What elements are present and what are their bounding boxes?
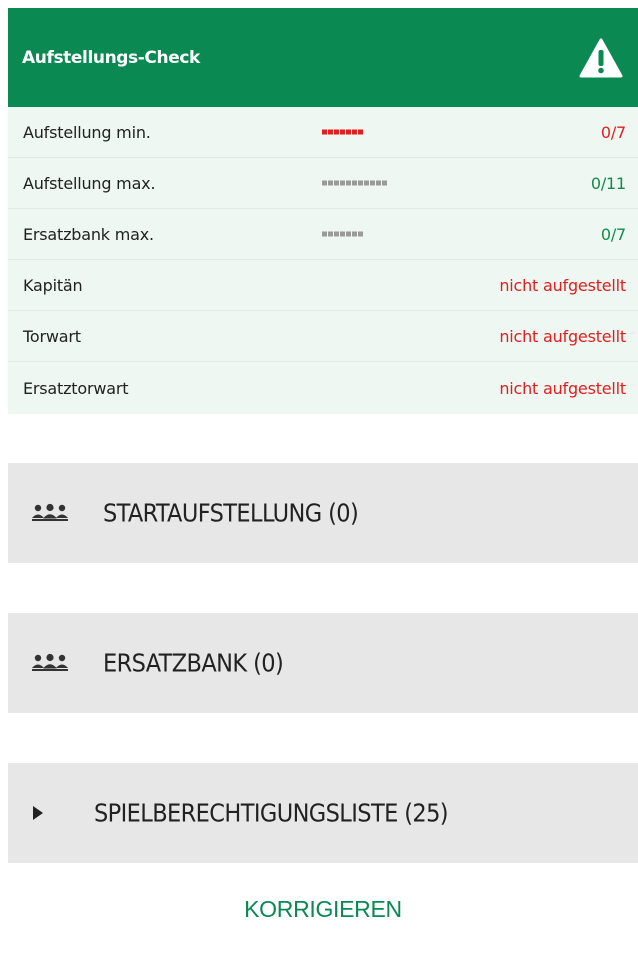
caret-right-icon bbox=[32, 805, 44, 821]
progress-dot bbox=[322, 231, 327, 237]
progress-dot bbox=[340, 231, 345, 237]
check-row-label: Aufstellung min. bbox=[23, 122, 151, 142]
progress-dot bbox=[322, 180, 327, 186]
check-row-backup-goalkeeper: Ersatztorwart nicht aufgestellt bbox=[8, 362, 638, 414]
check-row-value: nicht aufgestellt bbox=[499, 326, 626, 346]
check-row-value: 0/7 bbox=[600, 122, 626, 142]
progress-dot bbox=[358, 231, 363, 237]
check-row-label: Aufstellung max. bbox=[23, 173, 156, 193]
progress-dot bbox=[334, 231, 339, 237]
check-row-label: Kapitän bbox=[23, 275, 83, 295]
lineup-max-progress bbox=[322, 180, 387, 186]
progress-dot bbox=[352, 180, 357, 186]
accordion-eligibility-list-label: SPIELBERECHTIGUNGSLISTE (25) bbox=[94, 798, 449, 828]
progress-dot bbox=[328, 231, 333, 237]
accordion-starting-lineup-label: STARTAUFSTELLUNG (0) bbox=[103, 498, 359, 528]
progress-dot bbox=[370, 180, 375, 186]
lineup-check-header: Aufstellungs-Check bbox=[8, 8, 638, 107]
accordion-bench[interactable]: ERSATZBANK (0) bbox=[8, 613, 638, 713]
warning-icon bbox=[578, 35, 624, 81]
progress-dot bbox=[340, 129, 345, 135]
progress-dot bbox=[322, 129, 327, 135]
progress-dot bbox=[364, 180, 369, 186]
check-row-lineup-min: Aufstellung min. 0/7 bbox=[8, 107, 638, 158]
bench-max-progress bbox=[322, 231, 363, 237]
progress-dot bbox=[352, 231, 357, 237]
check-row-value: 0/11 bbox=[590, 173, 626, 193]
lineup-check-table: Aufstellung min. 0/7 Aufstellung max. 0/… bbox=[8, 107, 638, 414]
progress-dot bbox=[340, 180, 345, 186]
progress-dot bbox=[346, 180, 351, 186]
group-icon bbox=[30, 503, 70, 523]
lineup-check-title: Aufstellungs-Check bbox=[22, 47, 200, 68]
progress-dot bbox=[358, 129, 363, 135]
check-row-captain: Kapitän nicht aufgestellt bbox=[8, 260, 638, 311]
progress-dot bbox=[328, 129, 333, 135]
progress-dot bbox=[346, 129, 351, 135]
progress-dot bbox=[334, 129, 339, 135]
check-row-goalkeeper: Torwart nicht aufgestellt bbox=[8, 311, 638, 362]
progress-dot bbox=[382, 180, 387, 186]
check-row-value: nicht aufgestellt bbox=[499, 275, 626, 295]
accordion-eligibility-list[interactable]: SPIELBERECHTIGUNGSLISTE (25) bbox=[8, 763, 638, 863]
check-row-bench-max: Ersatzbank max. 0/7 bbox=[8, 209, 638, 260]
lineup-min-progress bbox=[322, 129, 363, 135]
check-row-lineup-max: Aufstellung max. 0/11 bbox=[8, 158, 638, 209]
check-row-label: Ersatztorwart bbox=[23, 378, 129, 398]
progress-dot bbox=[376, 180, 381, 186]
progress-dot bbox=[334, 180, 339, 186]
progress-dot bbox=[346, 231, 351, 237]
check-row-label: Ersatzbank max. bbox=[23, 224, 154, 244]
check-row-label: Torwart bbox=[23, 326, 81, 346]
check-row-value: nicht aufgestellt bbox=[499, 378, 626, 398]
progress-dot bbox=[358, 180, 363, 186]
accordion-bench-label: ERSATZBANK (0) bbox=[103, 648, 284, 678]
progress-dot bbox=[352, 129, 357, 135]
check-row-value: 0/7 bbox=[600, 224, 626, 244]
group-icon bbox=[30, 653, 70, 673]
accordion-starting-lineup[interactable]: STARTAUFSTELLUNG (0) bbox=[8, 463, 638, 563]
progress-dot bbox=[328, 180, 333, 186]
correct-button[interactable]: KORRIGIEREN bbox=[8, 896, 638, 936]
